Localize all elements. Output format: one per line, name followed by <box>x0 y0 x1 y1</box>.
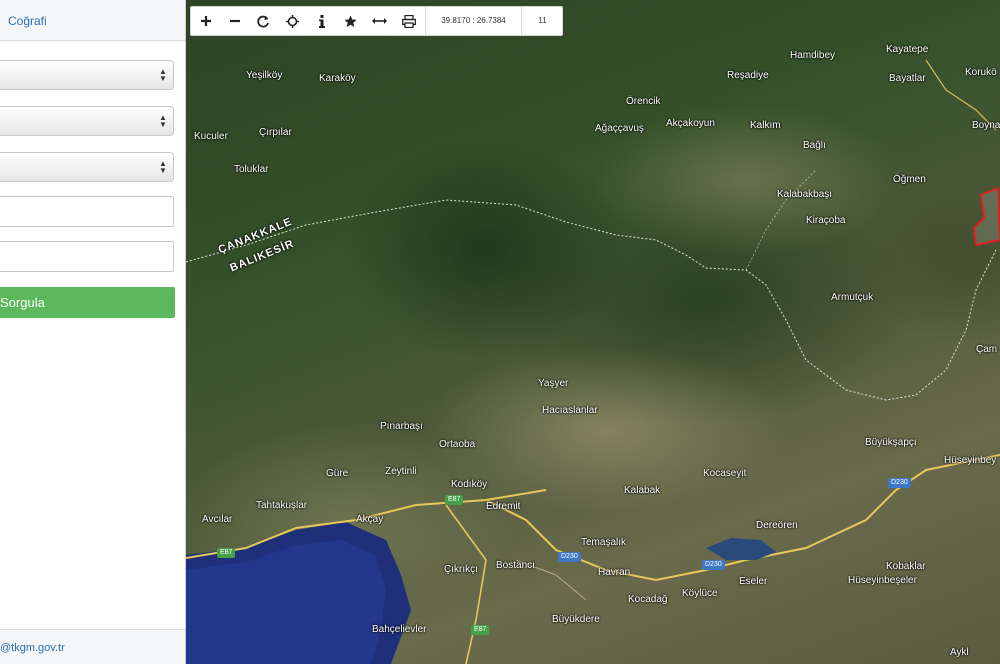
place-label: Kalkım <box>750 120 781 131</box>
measure-button[interactable] <box>365 7 394 35</box>
map-toolbar: 39.8170 : 26.7384 11 <box>190 6 563 36</box>
zoom-in-button[interactable] <box>191 7 220 35</box>
place-label: Kiraçoba <box>806 215 846 226</box>
print-icon <box>401 14 416 28</box>
place-label: Boyna <box>972 120 1000 131</box>
print-button[interactable] <box>394 7 423 35</box>
query-sidebar: Coğrafi ▲ ▼ ▲ ▼ ▲ ▼ Sorgula @tkgm.gov.tr <box>0 0 186 664</box>
place-label: Kayatepe <box>886 44 929 55</box>
place-label: Hüseyinbey <box>944 455 997 466</box>
tab-cografi[interactable]: Coğrafi <box>0 0 185 41</box>
favorite-button[interactable] <box>336 7 365 35</box>
place-label: Yeşilköy <box>246 70 283 81</box>
road-shield: E87 <box>217 548 236 558</box>
star-icon <box>344 15 357 27</box>
selected-parcel <box>972 186 1000 247</box>
place-label: Kodıköy <box>451 479 488 490</box>
place-label: Hüseyinbeşeler <box>848 575 917 586</box>
place-label: Bayatlar <box>889 73 926 84</box>
place-label: Bahçelievler <box>372 624 427 635</box>
neighborhood-select[interactable]: ▲ ▼ <box>0 152 174 182</box>
place-label: Kocaseyit <box>703 468 747 479</box>
place-label: Çam <box>976 344 998 355</box>
place-label: Örencik <box>626 96 661 107</box>
place-label: Kocadağ <box>628 594 668 605</box>
locate-button[interactable] <box>278 7 307 35</box>
province-select[interactable]: ▲ ▼ <box>0 60 174 90</box>
place-label: Bostancı <box>496 560 535 571</box>
place-label: Aykl <box>950 647 969 658</box>
place-label: Ortaoba <box>439 439 476 450</box>
footer-email[interactable]: @tkgm.gov.tr <box>0 642 65 654</box>
place-label: Avcılar <box>202 514 233 525</box>
place-label: Hamdibey <box>790 50 836 61</box>
place-label: Kobaklar <box>886 561 926 572</box>
place-label: Armutçuk <box>831 292 874 303</box>
place-label: Çıkrıkçı <box>444 564 478 575</box>
place-label: Zeytinli <box>385 466 417 477</box>
block-number-input[interactable] <box>0 196 174 227</box>
road-shield: D230 <box>702 560 725 570</box>
place-label: Büyükdere <box>552 614 600 625</box>
road-shield: E87 <box>445 495 464 505</box>
zoom-in-icon <box>200 16 211 26</box>
place-label: Tahtakuşlar <box>256 500 308 511</box>
map-overlay <box>186 59 1000 664</box>
district-select[interactable]: ▲ ▼ <box>0 106 174 136</box>
parcel-number-input[interactable] <box>0 241 174 272</box>
place-label: Edremit <box>486 501 521 512</box>
info-button[interactable] <box>307 7 336 35</box>
road-shield: D230 <box>888 478 911 488</box>
zoom-out-icon <box>229 19 240 23</box>
refresh-button[interactable] <box>249 7 278 35</box>
tab-label: Coğrafi <box>8 14 47 28</box>
select-arrows-icon: ▲ ▼ <box>159 159 167 175</box>
place-label: Dereören <box>756 520 798 531</box>
select-arrows-icon: ▲ ▼ <box>159 67 167 83</box>
sidebar-footer: @tkgm.gov.tr <box>0 629 185 664</box>
place-label: Öğmen <box>893 174 926 185</box>
place-label: Kalabakbaşı <box>777 189 833 200</box>
place-label: Eseler <box>739 576 768 587</box>
place-label: Kalabak <box>624 485 661 496</box>
satellite-map[interactable]: ÇANAKKALE BALIKESİR Kayatepe Hamdibey Ba… <box>186 0 1000 664</box>
zoom-level-readout: 11 <box>521 7 563 35</box>
place-label: Akçay <box>356 514 384 525</box>
zoom-out-button[interactable] <box>220 7 249 35</box>
select-arrows-icon: ▲ ▼ <box>159 113 167 129</box>
place-label: Yaşyer <box>538 378 569 389</box>
measure-icon <box>372 18 387 24</box>
road-shield: D230 <box>558 552 581 562</box>
place-label: Büyükşapçı <box>865 437 917 448</box>
place-label: Hacıaslanlar <box>542 405 598 416</box>
road-shield: E87 <box>471 625 490 635</box>
place-label: Temaşalık <box>581 537 627 548</box>
place-label: Bağlı <box>803 140 826 151</box>
place-label: Pınarbaşı <box>380 421 423 432</box>
province-border <box>186 199 997 401</box>
place-label: Toluklar <box>234 164 269 175</box>
info-icon <box>318 14 325 28</box>
place-label: Reşadiye <box>727 70 769 81</box>
place-label: Akçakoyun <box>666 118 715 129</box>
place-label: Ağaççavuş <box>595 123 644 134</box>
place-label: Kuculer <box>194 131 228 142</box>
place-label: Karaköy <box>319 73 356 84</box>
locate-icon <box>286 14 299 28</box>
place-label: Güre <box>326 468 349 479</box>
place-label: Çırpılar <box>259 127 292 138</box>
place-label: Havran <box>598 567 631 578</box>
coordinate-readout: 39.8170 : 26.7384 <box>425 7 521 35</box>
query-button[interactable]: Sorgula <box>0 287 175 318</box>
refresh-icon <box>257 15 269 27</box>
place-label: Köylüce <box>682 588 718 599</box>
place-label: Korukö <box>965 67 997 78</box>
